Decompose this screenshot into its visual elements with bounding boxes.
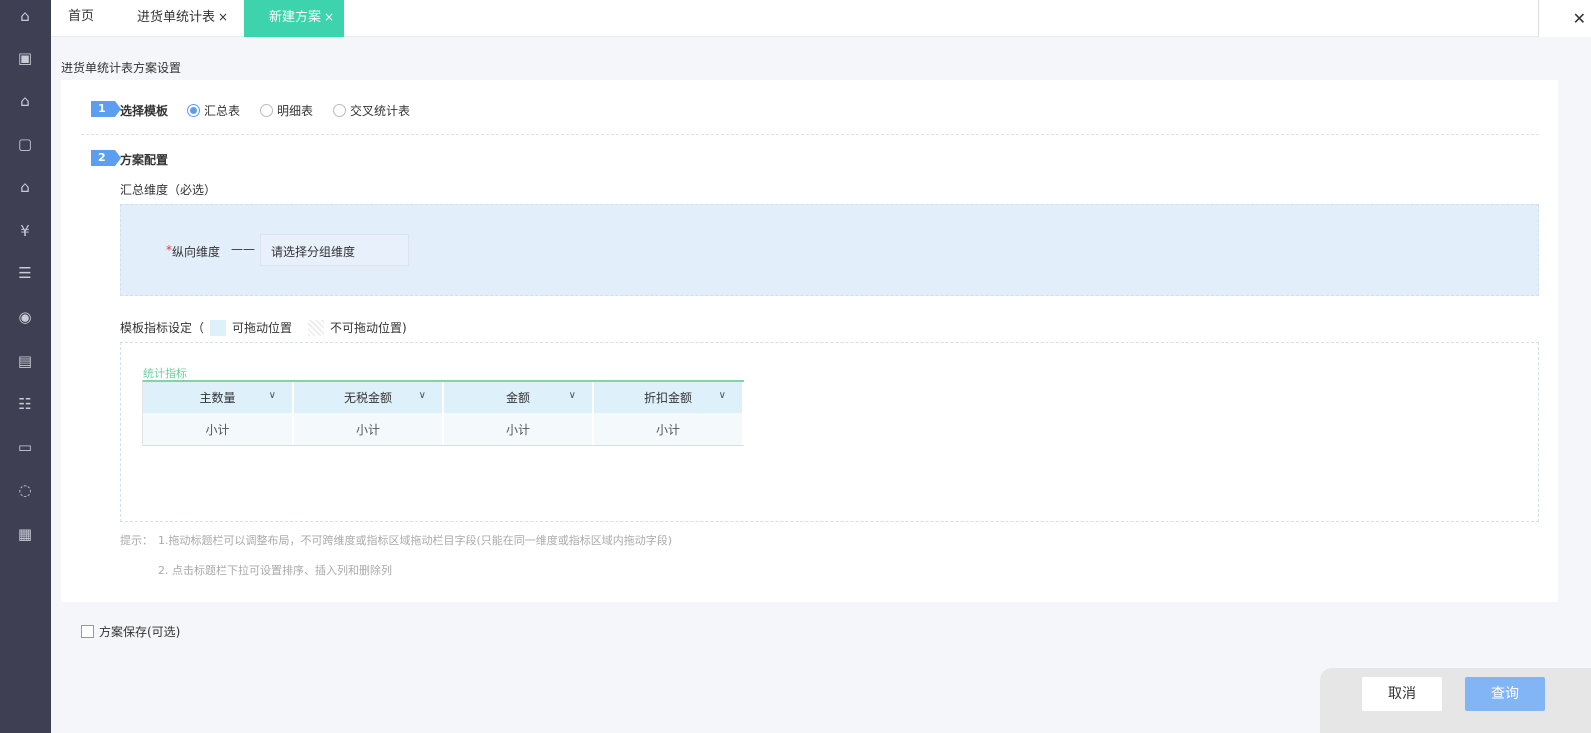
subtotal-cell: 小计 — [293, 413, 444, 445]
metrics-table: 主数量 ∨ 无税金额 ∨ 金额 ∨ 折扣金额 ∨ 小计 小计 小计 小计 — [142, 380, 744, 446]
hint-prefix: 提示： — [120, 534, 153, 547]
subtotal-cell: 小计 — [143, 413, 294, 445]
subtotal-cell: 小计 — [443, 413, 594, 445]
chevron-down-icon[interactable]: ∨ — [569, 390, 576, 401]
radio-label: 汇总表 — [204, 104, 241, 118]
tab-new-plan[interactable]: 新建方案 × — [244, 0, 345, 37]
coin-hand-icon[interactable]: ◉ — [14, 306, 36, 328]
step-badge: 2 — [91, 150, 121, 166]
tab-home[interactable]: 首页 — [68, 0, 94, 37]
connector: —— — [231, 242, 255, 256]
chevron-down-icon[interactable]: ∨ — [269, 390, 276, 401]
metrics-group-label: 统计指标 — [143, 367, 187, 380]
metrics-legend: 模板指标设定（ 可拖动位置 不可拖动位置) — [120, 319, 407, 336]
column-header[interactable]: 主数量 ∨ — [143, 382, 294, 413]
close-icon[interactable]: × — [218, 10, 228, 24]
building-icon[interactable]: ⌂ — [14, 176, 36, 198]
cycle-icon[interactable]: ◌ — [14, 479, 36, 501]
draggable-label: 可拖动位置 — [232, 321, 293, 335]
radio-icon — [260, 104, 273, 117]
checkbox-icon — [81, 625, 94, 638]
id-card-icon[interactable]: ▭ — [14, 436, 36, 458]
tab-label: 进货单统计表 — [137, 10, 216, 25]
hint-line: 1.拖动标题栏可以调整布局，不可跨维度或指标区域拖动栏目字段(只能在同一维度或指… — [158, 534, 673, 547]
draggable-swatch — [210, 319, 227, 336]
tab-label: 新建方案 — [269, 10, 322, 25]
column-title: 无税金额 — [343, 391, 392, 405]
gift-icon[interactable]: ▣ — [14, 47, 36, 69]
chevron-down-icon[interactable]: ∨ — [419, 390, 426, 401]
footer-bar: 取消 查询 — [1320, 668, 1591, 733]
step-title: 选择模板 — [120, 104, 169, 118]
radio-cross[interactable]: 交叉统计表 — [333, 102, 410, 119]
dimension-label: 汇总维度（必选） — [120, 183, 217, 197]
dimension-area: * 纵向维度 —— 请选择分组维度 — [120, 204, 1539, 296]
money-bag-icon[interactable]: ¥ — [14, 220, 36, 242]
step-title: 方案配置 — [120, 153, 169, 167]
office-icon[interactable]: ▤ — [14, 350, 36, 372]
invoice-icon[interactable]: ☰ — [14, 262, 36, 284]
not-draggable-swatch — [308, 319, 325, 336]
column-title: 折扣金额 — [643, 391, 692, 405]
query-button[interactable]: 查询 — [1465, 677, 1545, 711]
close-all-button[interactable]: ✕ — [1538, 0, 1591, 37]
column-header[interactable]: 折扣金额 ∨ — [593, 382, 744, 413]
hint-line: 2. 点击标题栏下拉可设置排序、插入列和删除列 — [158, 564, 392, 577]
page-title: 进货单统计表方案设置 — [61, 61, 182, 75]
column-title: 主数量 — [199, 391, 236, 405]
money-house-icon[interactable]: ⌂ — [14, 90, 36, 112]
divider — [81, 134, 1539, 135]
step-badge: 1 — [91, 101, 121, 117]
save-plan-checkbox[interactable]: 方案保存(可选) — [81, 623, 180, 640]
metrics-area: 统计指标 主数量 ∨ 无税金额 ∨ 金额 ∨ 折扣金额 ∨ 小计 小计 小计 小计 — [120, 342, 1539, 522]
sidebar: ⌂ ▣ ⌂ ▢ ⌂ ¥ ☰ ◉ ▤ ☷ ▭ ◌ ▦ — [0, 0, 51, 733]
chevron-down-icon[interactable]: ∨ — [719, 390, 726, 401]
checkbox-label: 方案保存(可选) — [99, 625, 181, 639]
metrics-label: 模板指标设定（ — [120, 321, 205, 335]
not-draggable-label: 不可拖动位置) — [330, 321, 407, 335]
column-header[interactable]: 金额 ∨ — [443, 382, 594, 413]
radio-summary[interactable]: 汇总表 — [187, 102, 240, 119]
vertical-dimension-label: 纵向维度 — [172, 245, 221, 259]
radio-label: 交叉统计表 — [350, 104, 411, 118]
close-icon: ✕ — [1572, 9, 1586, 28]
home-icon[interactable]: ⌂ — [14, 5, 36, 27]
radio-icon — [187, 104, 200, 117]
settings-card: 1 选择模板 汇总表 明细表 交叉统计表 2 方案配置 汇总维度（必选） * 纵… — [61, 80, 1558, 602]
tab-purchase-report[interactable]: 进货单统计表 × — [137, 0, 228, 37]
clipboard-icon[interactable]: ☷ — [14, 393, 36, 415]
placeholder: 请选择分组维度 — [271, 245, 356, 259]
radio-icon — [333, 104, 346, 117]
radio-detail[interactable]: 明细表 — [260, 102, 313, 119]
tab-label: 首页 — [68, 9, 95, 24]
subtotal-cell: 小计 — [593, 413, 744, 445]
close-icon[interactable]: × — [324, 10, 334, 24]
tab-bar: 首页 进货单统计表 × 新建方案 × — [51, 0, 1591, 37]
column-header[interactable]: 无税金额 ∨ — [293, 382, 444, 413]
bag-icon[interactable]: ▢ — [14, 133, 36, 155]
cancel-button[interactable]: 取消 — [1362, 677, 1442, 711]
news-icon[interactable]: ▦ — [14, 523, 36, 545]
radio-label: 明细表 — [277, 104, 314, 118]
column-title: 金额 — [505, 391, 530, 405]
group-dimension-select[interactable]: 请选择分组维度 — [260, 234, 409, 266]
